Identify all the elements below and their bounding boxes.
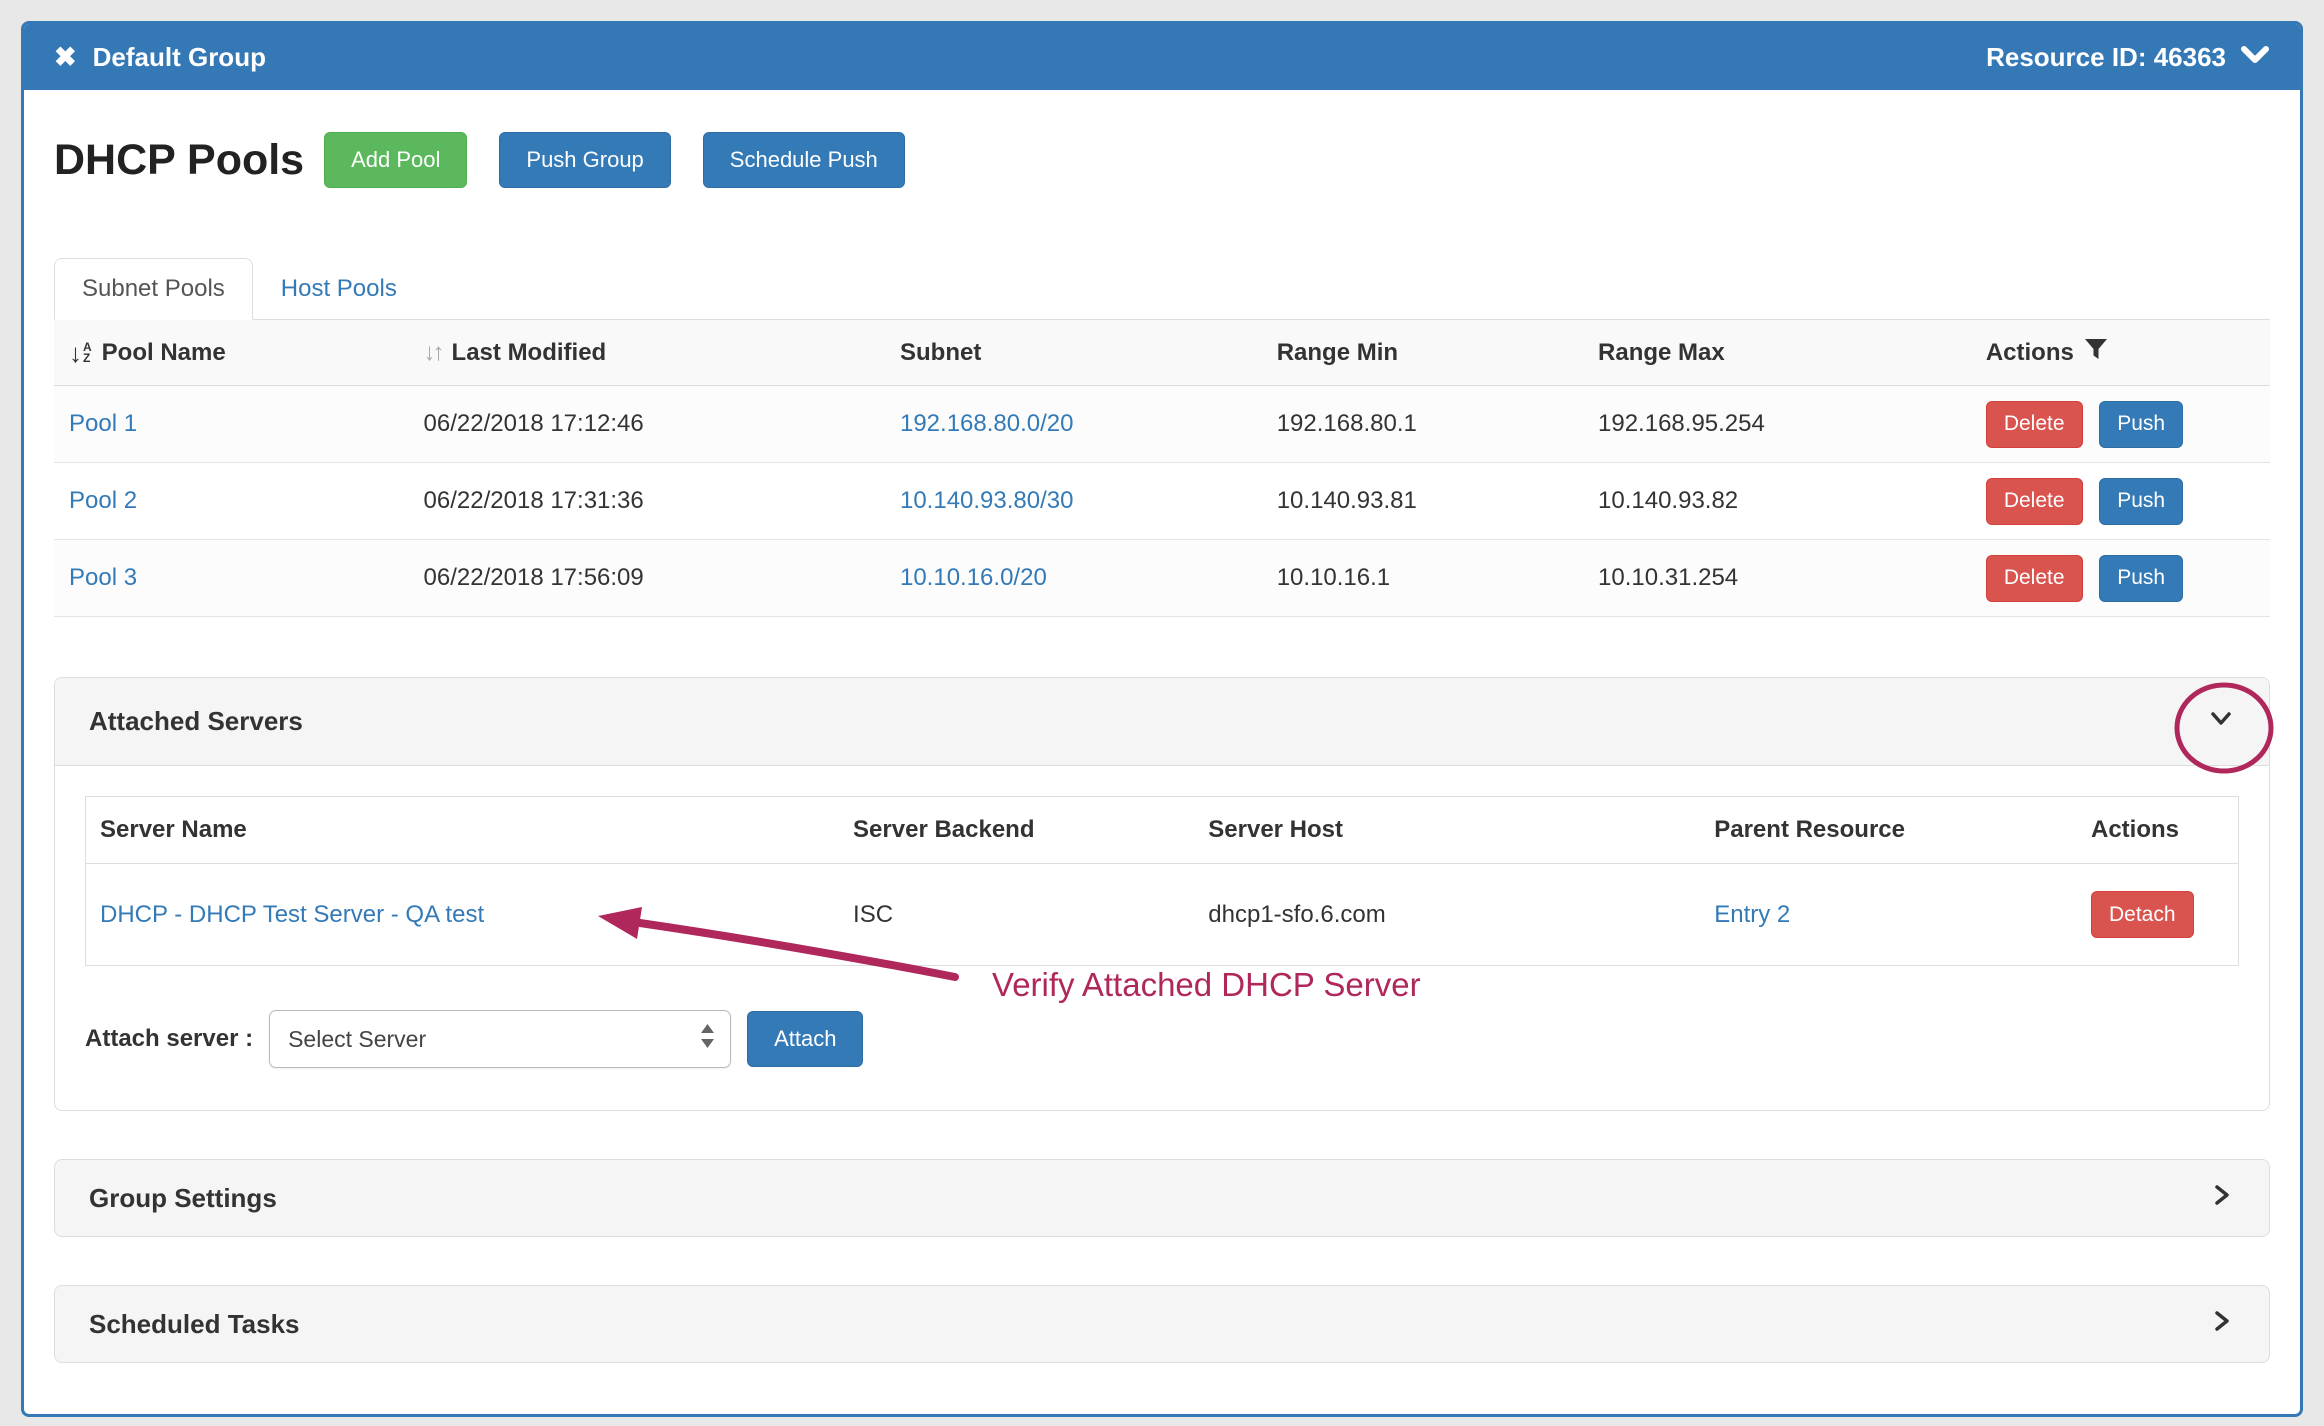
scheduled-tasks-title: Scheduled Tasks [89,1309,300,1340]
scheduled-tasks-panel[interactable]: Scheduled Tasks [54,1285,2270,1363]
last-modified-value: 06/22/2018 17:31:36 [409,463,885,540]
table-row: Pool 3 06/22/2018 17:56:09 10.10.16.0/20… [54,540,2270,617]
col-last-modified[interactable]: ↓↑ Last Modified [409,320,885,386]
group-settings-title: Group Settings [89,1183,277,1214]
subnet-link[interactable]: 192.168.80.0/20 [900,410,1074,437]
schedule-push-button[interactable]: Schedule Push [703,132,905,188]
delete-button[interactable]: Delete [1986,401,2083,448]
attached-servers-panel: Attached Servers Server Name Server Back… [54,677,2270,1111]
server-select-value: Select Server [288,1026,426,1053]
chevron-right-icon [2209,1181,2235,1216]
card-body: DHCP Pools Add Pool Push Group Schedule … [24,90,2300,1363]
group-header: ✖ Default Group Resource ID: 46363 [24,24,2300,90]
push-group-button[interactable]: Push Group [499,132,670,188]
close-icon[interactable]: ✖ [54,42,77,73]
range-min-value: 192.168.80.1 [1262,386,1583,463]
attach-button[interactable]: Attach [747,1011,863,1067]
attached-servers-title: Attached Servers [89,706,303,737]
chevron-down-icon [2207,704,2235,739]
group-card: ✖ Default Group Resource ID: 46363 DHCP … [21,21,2303,1417]
col-server-backend: Server Backend [839,797,1194,864]
filter-icon[interactable] [2084,337,2108,368]
subnet-link[interactable]: 10.10.16.0/20 [900,564,1047,591]
page-title: DHCP Pools [54,136,304,185]
col-actions: Actions [1971,320,2270,386]
col-server-host: Server Host [1194,797,1700,864]
sort-alpha-asc-icon: ↓AZ [69,340,92,366]
title-row: DHCP Pools Add Pool Push Group Schedule … [54,132,2270,188]
col-parent-resource: Parent Resource [1700,797,2077,864]
last-modified-value: 06/22/2018 17:12:46 [409,386,885,463]
table-row: Pool 1 06/22/2018 17:12:46 192.168.80.0/… [54,386,2270,463]
range-min-value: 10.140.93.81 [1262,463,1583,540]
resource-id-toggle[interactable]: Resource ID: 46363 [1986,42,2270,73]
col-server-actions: Actions [2077,797,2239,864]
col-server-name: Server Name [86,797,840,864]
server-select[interactable]: Select Server [269,1010,731,1068]
range-max-value: 10.10.31.254 [1583,540,1971,617]
parent-resource-link[interactable]: Entry 2 [1714,901,1790,928]
pools-table-header-row: ↓AZ Pool Name ↓↑ Last Modified Subnet Ra… [54,320,2270,386]
pool-link[interactable]: Pool 1 [69,410,137,437]
attach-server-row: Attach server : Select Server Attach [85,1010,2239,1068]
sort-updown-icon: ↓↑ [424,341,442,365]
detach-button[interactable]: Detach [2091,891,2194,938]
servers-table: Server Name Server Backend Server Host P… [85,796,2239,966]
push-button[interactable]: Push [2099,555,2183,602]
server-backend-value: ISC [839,864,1194,966]
pool-link[interactable]: Pool 2 [69,487,137,514]
select-stepper-icon [699,1023,716,1055]
server-host-value: dhcp1-sfo.6.com [1194,864,1700,966]
tab-host-pools[interactable]: Host Pools [253,258,425,320]
subnet-link[interactable]: 10.140.93.80/30 [900,487,1074,514]
chevron-down-icon [2226,42,2270,73]
pool-link[interactable]: Pool 3 [69,564,137,591]
servers-table-header-row: Server Name Server Backend Server Host P… [86,797,2239,864]
table-row: Pool 2 06/22/2018 17:31:36 10.140.93.80/… [54,463,2270,540]
chevron-right-icon [2209,1307,2235,1342]
attached-servers-body: Server Name Server Backend Server Host P… [55,766,2269,1110]
push-button[interactable]: Push [2099,478,2183,525]
group-settings-panel[interactable]: Group Settings [54,1159,2270,1237]
range-min-value: 10.10.16.1 [1262,540,1583,617]
table-row: DHCP - DHCP Test Server - QA test ISC dh… [86,864,2239,966]
attach-server-label: Attach server : [85,1025,253,1053]
last-modified-value: 06/22/2018 17:56:09 [409,540,885,617]
range-max-value: 192.168.95.254 [1583,386,1971,463]
attached-servers-header[interactable]: Attached Servers [55,678,2269,766]
resource-id-label: Resource ID: 46363 [1986,42,2226,73]
range-max-value: 10.140.93.82 [1583,463,1971,540]
col-subnet: Subnet [885,320,1262,386]
col-range-min: Range Min [1262,320,1583,386]
delete-button[interactable]: Delete [1986,478,2083,525]
add-pool-button[interactable]: Add Pool [324,132,467,188]
delete-button[interactable]: Delete [1986,555,2083,602]
server-name-link[interactable]: DHCP - DHCP Test Server - QA test [100,901,484,928]
pool-tabs: Subnet Pools Host Pools [54,258,2270,320]
col-range-max: Range Max [1583,320,1971,386]
tab-subnet-pools[interactable]: Subnet Pools [54,258,253,320]
push-button[interactable]: Push [2099,401,2183,448]
col-pool-name[interactable]: ↓AZ Pool Name [54,320,409,386]
group-header-left: ✖ Default Group [54,42,266,73]
pools-table: ↓AZ Pool Name ↓↑ Last Modified Subnet Ra… [54,320,2270,617]
group-title: Default Group [93,42,266,73]
